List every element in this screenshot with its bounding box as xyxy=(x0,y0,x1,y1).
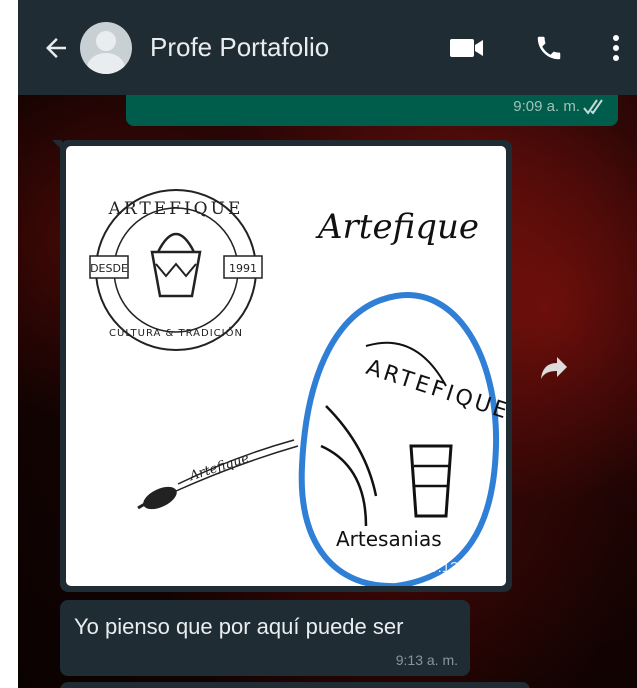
circled-logo: ARTEFIQUE Artesanias xyxy=(298,292,506,586)
phone-icon xyxy=(537,36,561,59)
message-time: 9:13 a. m. xyxy=(429,559,496,576)
contact-avatar[interactable] xyxy=(80,21,132,74)
chat-header: Profe Portafolio xyxy=(18,0,637,95)
seal-right-text: 1991 xyxy=(229,262,257,275)
message-time: 9:13 a. m. xyxy=(395,652,458,668)
chat-screen: Profe Portafolio 9:09 a. m. DESDE 1991 A… xyxy=(18,0,637,688)
voice-call-button[interactable] xyxy=(527,26,571,70)
script-logo-text: Artefique xyxy=(315,207,479,247)
seal-bottom-text: CULTURA & TRADICIÓN xyxy=(109,326,243,339)
message-text: Yo pienso que por aquí puede ser xyxy=(74,614,404,639)
brush-text: Artefique xyxy=(187,451,251,485)
video-call-button[interactable] xyxy=(445,26,489,70)
forward-button[interactable] xyxy=(536,350,572,386)
next-message-bubble[interactable] xyxy=(60,682,530,688)
more-vert-icon xyxy=(613,34,619,61)
forward-icon xyxy=(541,357,567,379)
seal-left-text: DESDE xyxy=(90,262,128,275)
default-avatar-icon xyxy=(96,30,116,51)
shared-image[interactable]: DESDE 1991 ARTEFIQUE CULTURA & TRADICIÓN… xyxy=(66,146,506,586)
back-button[interactable] xyxy=(36,28,76,68)
message-time: 9:09 a. m. xyxy=(513,98,580,115)
outgoing-message-bubble[interactable]: 9:09 a. m. xyxy=(126,92,618,126)
seal-top-text: ARTEFIQUE xyxy=(108,199,244,219)
image-message-bubble[interactable]: DESDE 1991 ARTEFIQUE CULTURA & TRADICIÓN… xyxy=(52,140,512,592)
seal-logo: DESDE 1991 ARTEFIQUE CULTURA & TRADICIÓN xyxy=(89,189,263,351)
double-check-icon xyxy=(583,99,603,115)
more-options-button[interactable] xyxy=(601,26,631,70)
videocam-icon xyxy=(450,38,483,57)
circled-logo-bottom-text: Artesanias xyxy=(336,527,442,551)
incoming-text-message[interactable]: Yo pienso que por aquí puede ser 9:13 a.… xyxy=(60,600,470,676)
brush-logo: Artefique xyxy=(137,439,299,510)
contact-name[interactable]: Profe Portafolio xyxy=(150,32,445,63)
arrow-left-icon xyxy=(46,37,66,58)
logo-sketch-image: DESDE 1991 ARTEFIQUE CULTURA & TRADICIÓN… xyxy=(89,189,506,586)
